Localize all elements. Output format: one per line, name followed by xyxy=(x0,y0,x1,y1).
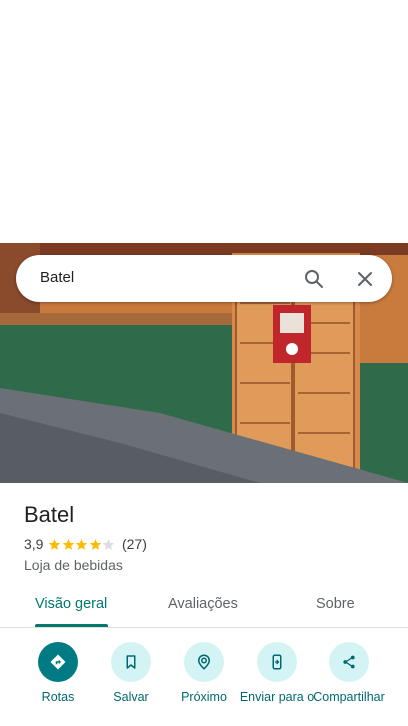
tab-overview[interactable]: Visão geral xyxy=(35,596,107,612)
map-area[interactable] xyxy=(0,0,408,243)
review-count[interactable]: (27) xyxy=(122,536,147,552)
nearby-icon xyxy=(184,642,224,682)
share-icon xyxy=(329,642,369,682)
star-icon xyxy=(62,538,75,550)
tab-divider xyxy=(0,627,408,628)
tab-reviews[interactable]: Avaliações xyxy=(168,596,238,612)
rating-value: 3,9 xyxy=(24,536,44,552)
place-category: Loja de bebidas xyxy=(24,557,123,573)
share-button[interactable]: Compartilhar xyxy=(309,642,389,704)
star-icon xyxy=(89,538,102,550)
send-to-phone-icon xyxy=(257,642,297,682)
directions-icon xyxy=(38,642,78,682)
star-icon xyxy=(49,538,61,550)
nearby-button[interactable]: Próximo xyxy=(164,642,244,704)
directions-label: Rotas xyxy=(41,690,75,704)
send-to-phone-label: Enviar para o xyxy=(239,690,315,704)
save-label: Salvar xyxy=(113,690,149,704)
search-input[interactable]: Batel xyxy=(40,269,74,286)
save-button[interactable]: Salvar xyxy=(91,642,171,704)
share-label: Compartilhar xyxy=(313,690,385,704)
search-bar[interactable]: Batel xyxy=(16,255,392,302)
directions-button[interactable]: Rotas xyxy=(18,642,98,704)
bookmark-icon xyxy=(111,642,151,682)
star-icon xyxy=(76,538,88,550)
search-icon[interactable] xyxy=(302,267,326,291)
nearby-label: Próximo xyxy=(181,690,227,704)
send-to-phone-button[interactable]: Enviar para o xyxy=(237,642,317,704)
star-rating xyxy=(48,538,116,551)
place-title: Batel xyxy=(24,502,75,527)
star-empty-icon xyxy=(103,538,115,550)
rating-row[interactable]: 3,9 (27) xyxy=(24,536,147,552)
close-icon[interactable] xyxy=(353,267,377,291)
tab-about[interactable]: Sobre xyxy=(316,596,355,612)
